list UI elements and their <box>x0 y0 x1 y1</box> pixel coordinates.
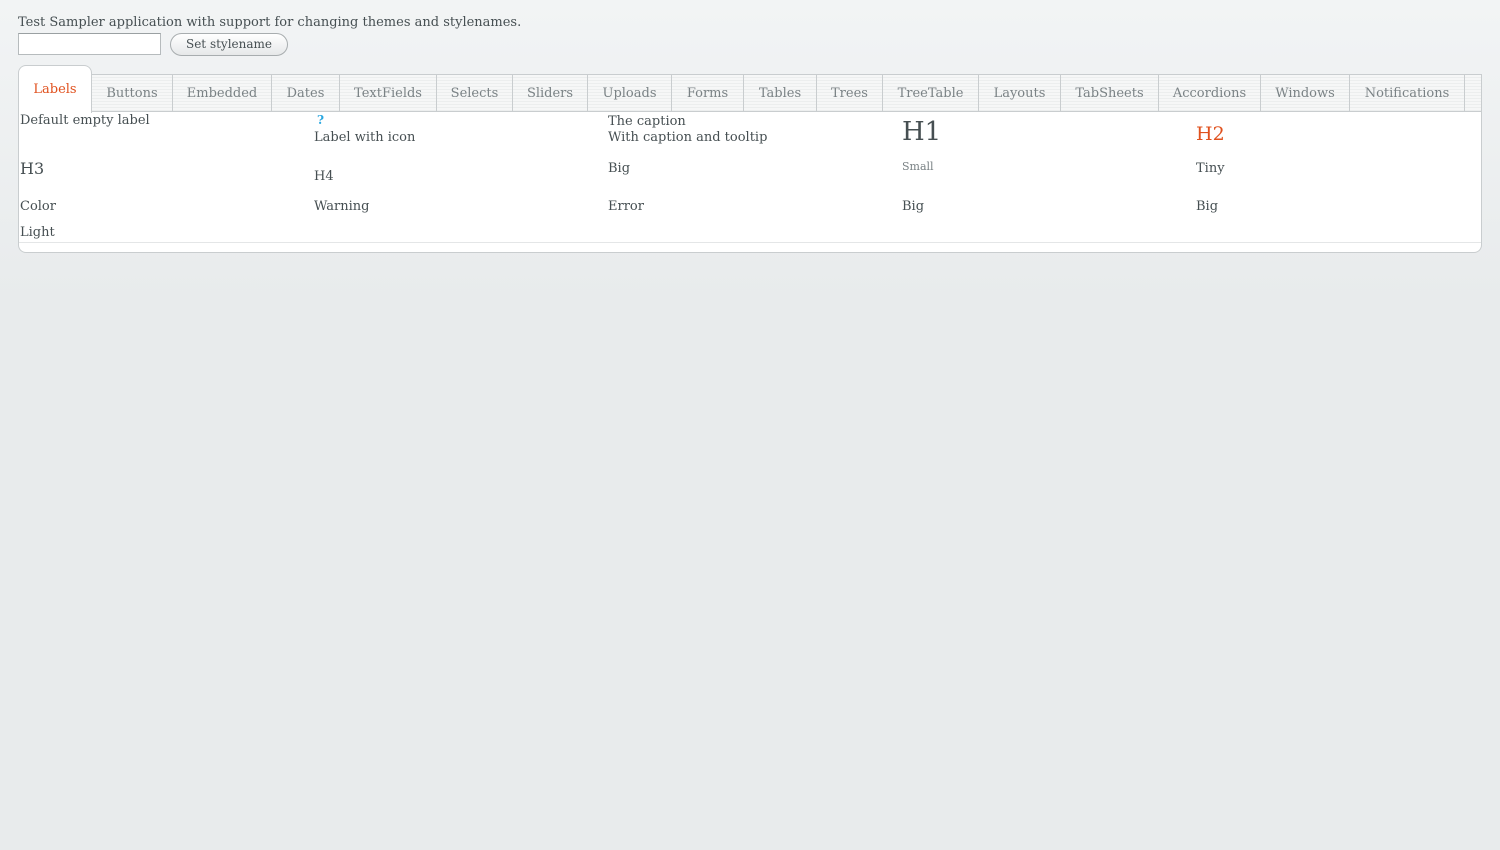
tab-dates[interactable]: Dates <box>272 75 340 112</box>
label-light: Light <box>20 225 55 240</box>
tab-embedded[interactable]: Embedded <box>173 75 272 112</box>
layout-divider <box>19 242 1481 243</box>
label-error: Error <box>608 199 644 214</box>
default-empty-label: Default empty label <box>20 113 150 128</box>
label-big: Big <box>608 161 631 176</box>
tab-sliders[interactable]: Sliders <box>513 75 588 112</box>
tab-notifications[interactable]: Notifications <box>1350 75 1465 112</box>
label-with-icon: Label with icon <box>314 130 416 145</box>
tab-selects[interactable]: Selects <box>437 75 513 112</box>
tab-content-labels: Default empty label ? Label with icon Th… <box>18 112 1482 253</box>
label-tiny: Tiny <box>1196 161 1225 176</box>
tab-labels[interactable]: Labels <box>18 65 92 113</box>
set-stylename-button[interactable]: Set stylename <box>170 33 288 56</box>
label-big-2: Big <box>902 199 925 214</box>
intro-text: Test Sampler application with support fo… <box>18 15 522 30</box>
label-h4: H4 <box>314 169 334 184</box>
tab-textfields[interactable]: TextFields <box>340 75 437 112</box>
label-h3: H3 <box>20 159 45 178</box>
label-small: Small <box>902 160 934 173</box>
tab-forms[interactable]: Forms <box>672 75 744 112</box>
tab-treetable[interactable]: TreeTable <box>883 75 979 112</box>
tab-layouts[interactable]: Layouts <box>979 75 1061 112</box>
label-color: Color <box>20 199 56 214</box>
label-with-caption-tooltip: With caption and tooltip <box>608 130 768 145</box>
label-warning: Warning <box>314 199 370 214</box>
stylename-input[interactable] <box>18 33 161 55</box>
label-h1: H1 <box>902 117 942 147</box>
tabsheet: Labels Buttons Embedded Dates TextFields… <box>18 65 1482 253</box>
label-h2: H2 <box>1196 123 1225 145</box>
tab-tabsheets[interactable]: TabSheets <box>1061 75 1159 112</box>
tab-trees[interactable]: Trees <box>817 75 883 112</box>
tab-accordions[interactable]: Accordions <box>1159 75 1261 112</box>
tab-uploads[interactable]: Uploads <box>588 75 672 112</box>
label-big-3: Big <box>1196 199 1219 214</box>
tab-buttons[interactable]: Buttons <box>92 75 173 112</box>
label-caption: The caption <box>608 114 686 129</box>
tab-bar: Labels Buttons Embedded Dates TextFields… <box>18 65 1482 113</box>
question-icon: ? <box>317 113 325 127</box>
tab-windows[interactable]: Windows <box>1261 75 1350 112</box>
tab-tables[interactable]: Tables <box>744 75 817 112</box>
